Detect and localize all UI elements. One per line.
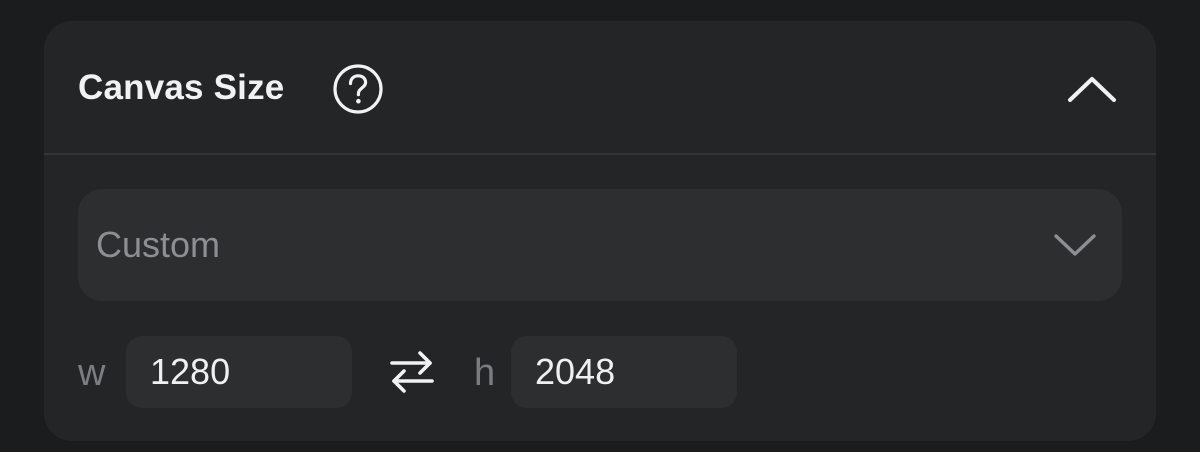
- panel-title: Canvas Size: [78, 68, 285, 107]
- width-input[interactable]: [126, 336, 352, 408]
- preset-selected-value: Custom: [96, 224, 221, 265]
- width-label: w: [78, 352, 106, 394]
- chevron-up-icon[interactable]: [1066, 73, 1118, 105]
- height-input[interactable]: [511, 336, 737, 408]
- help-circle-icon[interactable]: [332, 63, 384, 115]
- panel-header[interactable]: Canvas Size: [44, 21, 1156, 155]
- swap-arrows-icon[interactable]: [386, 349, 438, 395]
- height-label: h: [474, 352, 496, 394]
- chevron-down-icon: [1054, 234, 1096, 256]
- preset-dropdown[interactable]: Custom: [78, 189, 1122, 301]
- canvas-size-panel: Canvas Size Custom w h: [44, 21, 1156, 441]
